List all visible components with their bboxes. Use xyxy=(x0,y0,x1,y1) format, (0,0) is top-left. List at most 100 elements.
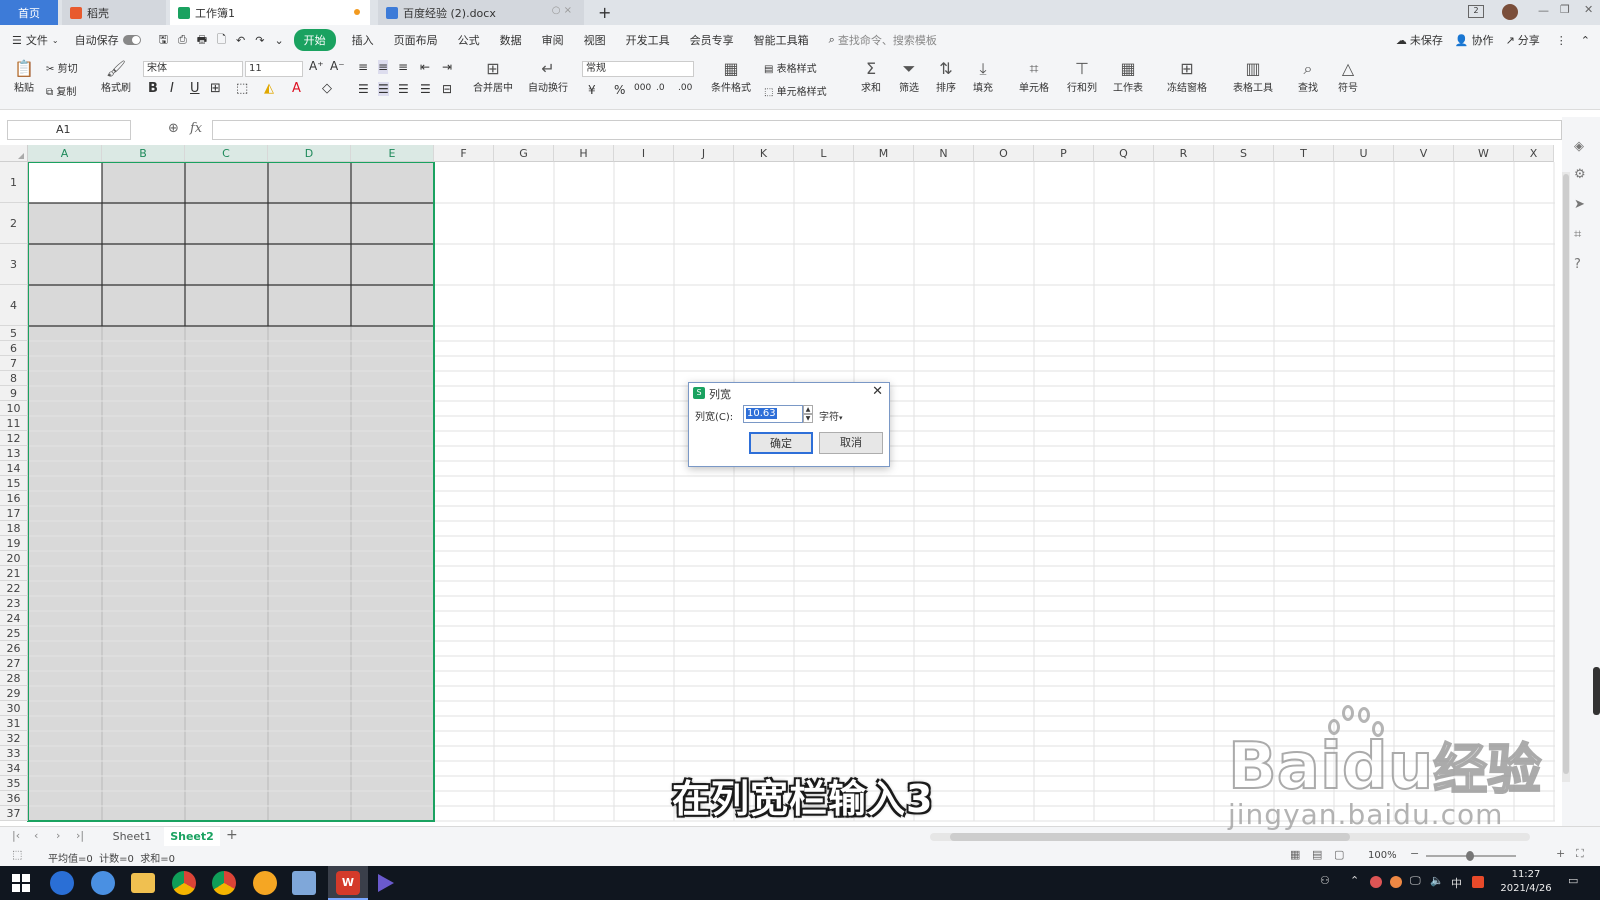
spinner-up-icon[interactable]: ▲ xyxy=(803,405,813,414)
clock-date[interactable]: 2021/4/26 xyxy=(1496,883,1556,894)
fill-button[interactable]: ⤓ 填充 xyxy=(968,59,998,94)
row-header-16[interactable]: 16 xyxy=(0,491,28,506)
row-header-36[interactable]: 36 xyxy=(0,791,28,806)
wrap-text-button[interactable]: ↵ 自动换行 xyxy=(524,59,572,94)
shrink-font-icon[interactable]: A⁻ xyxy=(330,59,345,73)
column-header-a[interactable]: A xyxy=(28,145,102,162)
row-header-29[interactable]: 29 xyxy=(0,686,28,701)
column-header-l[interactable]: L xyxy=(794,145,854,162)
pointer-icon[interactable]: ➤ xyxy=(1574,197,1585,212)
fullscreen-icon[interactable]: ⛶ xyxy=(1576,847,1584,861)
align-top-icon[interactable]: ≡ xyxy=(358,60,368,74)
zoom-formula-icon[interactable]: ⊕ xyxy=(168,121,179,136)
row-header-22[interactable]: 22 xyxy=(0,581,28,596)
row-header-24[interactable]: 24 xyxy=(0,611,28,626)
redo-icon[interactable]: ↷ xyxy=(255,34,264,47)
grow-font-icon[interactable]: A⁺ xyxy=(309,59,324,73)
chrome-icon[interactable] xyxy=(172,871,196,895)
row-header-25[interactable]: 25 xyxy=(0,626,28,641)
row-header-17[interactable]: 17 xyxy=(0,506,28,521)
align-bottom-icon[interactable]: ≡ xyxy=(398,60,408,74)
decrease-decimal-icon[interactable]: .00 xyxy=(678,83,692,93)
row-header-7[interactable]: 7 xyxy=(0,356,28,371)
row-header-35[interactable]: 35 xyxy=(0,776,28,791)
align-left-icon[interactable]: ☰ xyxy=(358,82,369,96)
menu-icon[interactable]: ☰ xyxy=(12,34,22,47)
row-header-34[interactable]: 34 xyxy=(0,761,28,776)
column-header-x[interactable]: X xyxy=(1514,145,1554,162)
column-header-v[interactable]: V xyxy=(1394,145,1454,162)
freeze-button[interactable]: ⊞ 冻结窗格 xyxy=(1162,59,1212,94)
row-header-14[interactable]: 14 xyxy=(0,461,28,476)
column-header-e[interactable]: E xyxy=(351,145,434,162)
table-style-button[interactable]: ▤ 表格样式 xyxy=(764,60,817,75)
clear-icon[interactable]: ◇ xyxy=(322,81,332,96)
command-search[interactable]: 查找命令、搜索模板 xyxy=(838,32,937,48)
tray-app-icon[interactable] xyxy=(1370,876,1382,888)
menu-page-layout[interactable]: 页面布局 xyxy=(394,32,438,48)
column-header-d[interactable]: D xyxy=(268,145,351,162)
maximize-icon[interactable]: ❐ xyxy=(1560,3,1570,16)
column-header-r[interactable]: R xyxy=(1154,145,1214,162)
fx-icon[interactable]: fx xyxy=(190,121,202,136)
zoom-in-icon[interactable]: + xyxy=(1556,847,1565,860)
active-cell-a1[interactable] xyxy=(28,162,102,203)
sheet-tab-sheet1[interactable]: Sheet1 xyxy=(104,830,160,843)
tab-doc[interactable]: 百度经验 (2).docx ○ × xyxy=(378,0,584,25)
row-header-31[interactable]: 31 xyxy=(0,716,28,731)
column-header-u[interactable]: U xyxy=(1334,145,1394,162)
column-header-s[interactable]: S xyxy=(1214,145,1274,162)
paste-button[interactable]: 📋 粘贴 xyxy=(8,59,40,94)
horizontal-scrollbar[interactable] xyxy=(930,833,1530,841)
conditional-format-button[interactable]: ▦ 条件格式 xyxy=(706,59,756,94)
dialog-title-bar[interactable]: S 列宽 ✕ xyxy=(689,383,889,403)
tray-chevron-icon[interactable]: ⌃ xyxy=(1350,874,1359,887)
column-header-w[interactable]: W xyxy=(1454,145,1514,162)
row-header-2[interactable]: 2 xyxy=(0,203,28,244)
cancel-button[interactable]: 取消 xyxy=(819,432,883,454)
column-header-f[interactable]: F xyxy=(434,145,494,162)
sogou-tray-icon[interactable] xyxy=(1472,876,1484,888)
fill-color-icon[interactable]: ◭ xyxy=(264,81,274,96)
crop-icon[interactable]: ⌗ xyxy=(1574,227,1581,242)
column-header-m[interactable]: M xyxy=(854,145,914,162)
tab-docer[interactable]: 稻壳 xyxy=(62,0,166,25)
column-header-t[interactable]: T xyxy=(1274,145,1334,162)
row-header-8[interactable]: 8 xyxy=(0,371,28,386)
find-button[interactable]: ⌕ 查找 xyxy=(1292,59,1324,94)
column-header-b[interactable]: B xyxy=(102,145,185,162)
zoom-out-icon[interactable]: − xyxy=(1410,847,1419,860)
ok-button[interactable]: 确定 xyxy=(749,432,813,454)
row-header-6[interactable]: 6 xyxy=(0,341,28,356)
row-header-33[interactable]: 33 xyxy=(0,746,28,761)
column-header-j[interactable]: J xyxy=(674,145,734,162)
name-box[interactable]: A1 xyxy=(7,120,131,140)
export-icon[interactable]: ⎙ xyxy=(178,33,187,47)
more-icon[interactable]: ⋮ xyxy=(1556,34,1567,47)
row-header-15[interactable]: 15 xyxy=(0,476,28,491)
tab-home[interactable]: 首页 xyxy=(0,0,58,25)
number-format-select[interactable]: 常规 xyxy=(582,61,694,77)
increase-decimal-icon[interactable]: .0 xyxy=(656,83,665,93)
menu-member[interactable]: 会员专享 xyxy=(690,32,734,48)
last-sheet-icon[interactable]: ›| xyxy=(76,829,84,842)
column-header-o[interactable]: O xyxy=(974,145,1034,162)
font-size-select[interactable]: 11 xyxy=(245,61,303,77)
row-header-12[interactable]: 12 xyxy=(0,431,28,446)
column-header-c[interactable]: C xyxy=(185,145,268,162)
copy-button[interactable]: ⧉ 复制 xyxy=(46,83,76,98)
indent-decrease-icon[interactable]: ⇤ xyxy=(420,60,430,74)
row-header-3[interactable]: 3 xyxy=(0,244,28,285)
add-sheet-button[interactable]: + xyxy=(226,827,238,843)
normal-view-icon[interactable]: ▦ xyxy=(1290,848,1300,861)
close-tab-icon[interactable]: ○ × xyxy=(552,5,572,16)
border-icon[interactable]: ⊞ xyxy=(210,81,221,96)
column-header-n[interactable]: N xyxy=(914,145,974,162)
column-header-k[interactable]: K xyxy=(734,145,794,162)
sort-button[interactable]: ⇅ 排序 xyxy=(931,59,961,94)
font-select[interactable]: 宋体 xyxy=(143,61,243,77)
unsaved-button[interactable]: 未保存 xyxy=(1410,32,1443,48)
unit-select[interactable]: 字符▾ xyxy=(819,408,843,423)
zoom-level[interactable]: 100% xyxy=(1368,850,1397,861)
clock-time[interactable]: 11:27 xyxy=(1500,869,1552,880)
